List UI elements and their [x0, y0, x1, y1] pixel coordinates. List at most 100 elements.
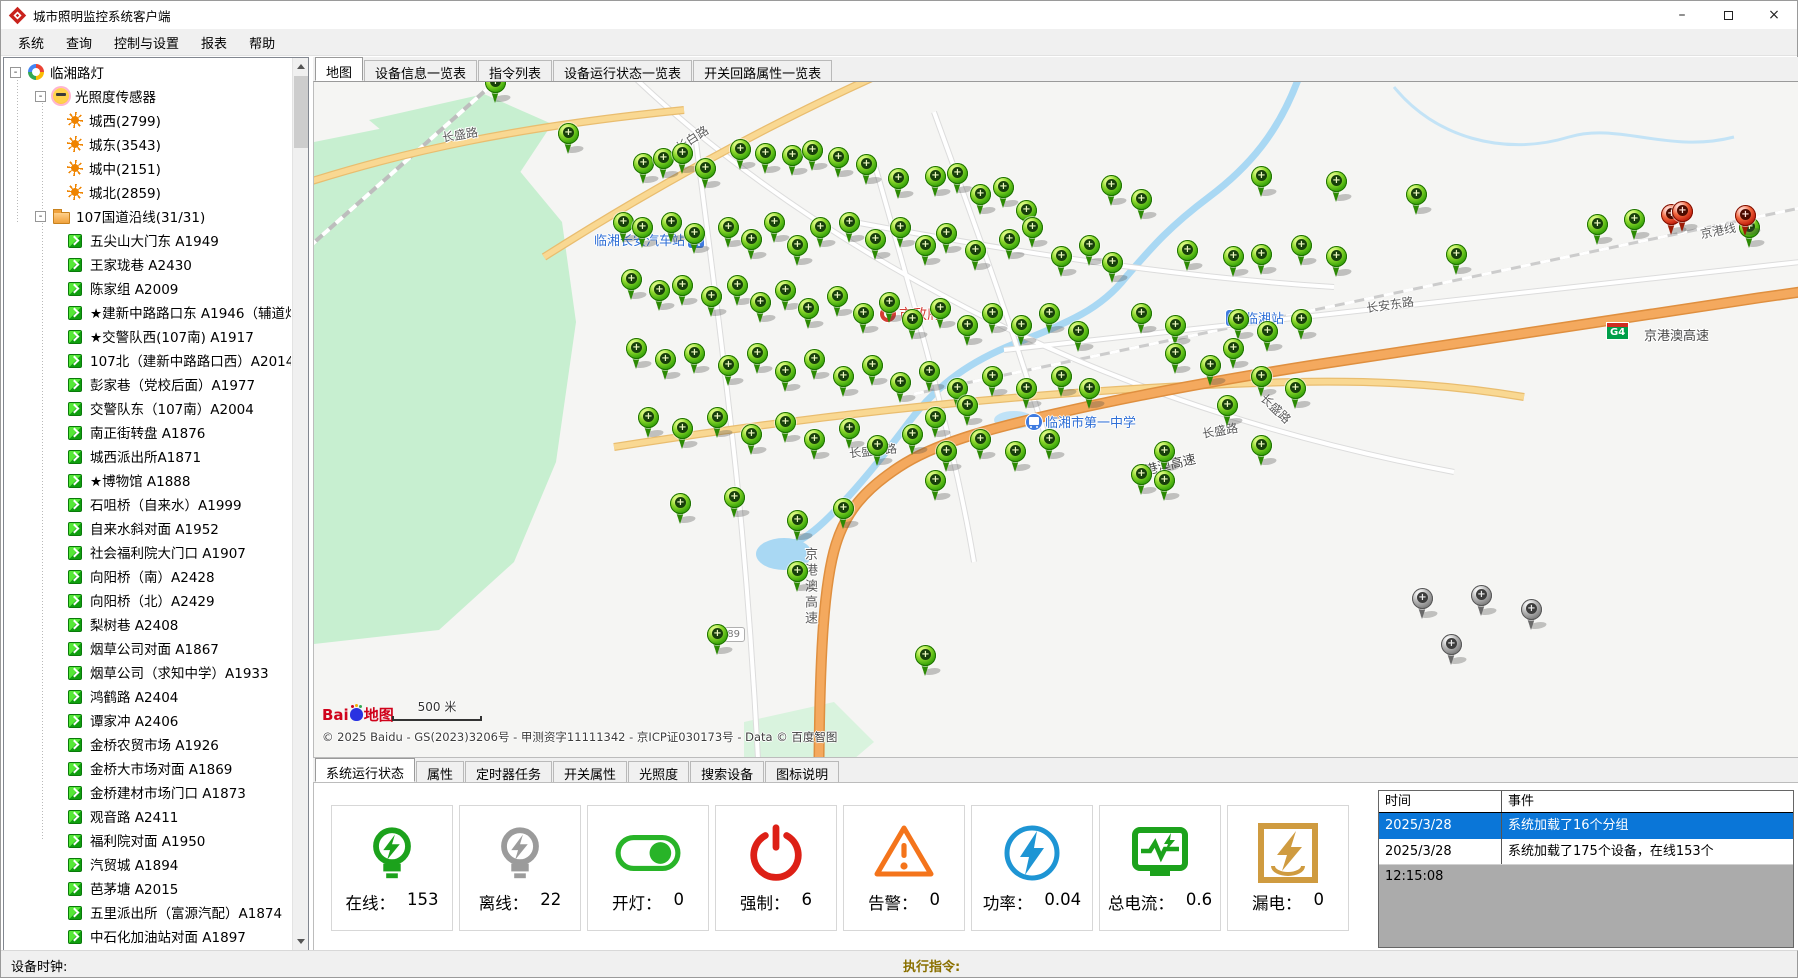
tab-panel-2[interactable]: 定时器任务 [465, 761, 552, 782]
tree-item[interactable]: 城北(2859) [5, 180, 291, 204]
expander-icon[interactable]: - [35, 211, 46, 222]
map-pin[interactable]: + [1131, 303, 1153, 335]
tree-item[interactable]: 福利院对面 A1950 [5, 828, 291, 852]
map-pin[interactable]: + [1441, 634, 1463, 666]
tree-item[interactable]: 王家珑巷 A2430 [5, 252, 291, 276]
map-pin[interactable]: + [804, 349, 826, 381]
map-pin[interactable]: + [919, 361, 941, 393]
tree-item[interactable]: 向阳桥（南）A2428 [5, 564, 291, 588]
tab-panel-6[interactable]: 图标说明 [765, 761, 839, 782]
map-pin[interactable]: + [1735, 205, 1757, 237]
tree-item[interactable]: 烟草公司（求知中学）A1933 [5, 660, 291, 684]
event-row[interactable]: 2025/3/28 12:15:08系统加载了16个分组 [1379, 813, 1793, 839]
tab-panel-5[interactable]: 搜索设备 [690, 761, 764, 782]
map-pin[interactable]: + [724, 487, 746, 519]
map-pin[interactable]: + [750, 292, 772, 324]
map-pin[interactable]: + [1446, 244, 1468, 276]
maximize-button[interactable] [1705, 1, 1751, 29]
map-pin[interactable]: + [827, 286, 849, 318]
tree-item[interactable]: 汽贸城 A1894 [5, 852, 291, 876]
map-pin[interactable]: + [741, 424, 763, 456]
map-pin[interactable]: + [684, 343, 706, 375]
tree-item[interactable]: 南正街转盘 A1876 [5, 420, 291, 444]
map-pin[interactable]: + [621, 269, 643, 301]
map-pin[interactable]: + [1177, 240, 1199, 272]
map-pin[interactable]: + [632, 217, 654, 249]
map-pin[interactable]: + [1228, 309, 1250, 341]
map-pin[interactable]: + [957, 315, 979, 347]
map-pin[interactable]: + [649, 280, 671, 312]
menu-item-1[interactable]: 查询 [55, 29, 103, 56]
map-pin[interactable]: + [1039, 429, 1061, 461]
map-pin[interactable]: + [672, 275, 694, 307]
map-pin[interactable]: + [810, 217, 832, 249]
tree-item[interactable]: 向阳桥（北）A2429 [5, 588, 291, 612]
tree-scrollbar[interactable] [292, 58, 308, 950]
menu-item-0[interactable]: 系统 [7, 29, 55, 56]
map-pin[interactable]: + [741, 229, 763, 261]
minimize-button[interactable]: – [1659, 1, 1705, 29]
map-pin[interactable]: + [1051, 246, 1073, 278]
map-pin[interactable]: + [1131, 189, 1153, 221]
map-pin[interactable]: + [775, 280, 797, 312]
map-pin[interactable]: + [833, 498, 855, 530]
tree-item[interactable]: 五里派出所（富源汽配）A1874 [5, 900, 291, 924]
tab-map-1[interactable]: 设备信息一览表 [364, 60, 477, 81]
map-pin[interactable]: + [936, 223, 958, 255]
map-pin[interactable]: + [718, 355, 740, 387]
map-pin[interactable]: + [787, 561, 809, 593]
map-pin[interactable]: + [879, 292, 901, 324]
map-pin[interactable]: + [865, 229, 887, 261]
map-pin[interactable]: + [707, 624, 729, 656]
map-pin[interactable]: + [798, 298, 820, 330]
tree-item[interactable]: 社会福利院大门口 A1907 [5, 540, 291, 564]
map-pin[interactable]: + [775, 412, 797, 444]
map-pin[interactable]: + [936, 441, 958, 473]
close-button[interactable]: × [1751, 1, 1797, 29]
map-pin[interactable]: + [888, 168, 910, 200]
map-pin[interactable]: + [867, 435, 889, 467]
map-pin[interactable]: + [1285, 378, 1307, 410]
map-pin[interactable]: + [695, 158, 717, 190]
tree-item[interactable]: ★博物馆 A1888 [5, 468, 291, 492]
tree-item[interactable]: 城西派出所A1871 [5, 444, 291, 468]
map-pin[interactable]: + [1011, 315, 1033, 347]
map-pin[interactable]: + [839, 212, 861, 244]
tree-item[interactable]: 城东(3543) [5, 132, 291, 156]
tree-item[interactable]: 金桥大市场对面 A1869 [5, 756, 291, 780]
map-pin[interactable]: + [1251, 244, 1273, 276]
map-pin[interactable]: + [1200, 355, 1222, 387]
map-pin[interactable]: + [1223, 246, 1245, 278]
map-pin[interactable]: + [915, 645, 937, 677]
tree-item[interactable]: 观音路 A2411 [5, 804, 291, 828]
tree-item[interactable]: 芭茅塘 A2015 [5, 876, 291, 900]
map-pin[interactable]: + [1587, 214, 1609, 246]
map-pin[interactable]: + [1291, 309, 1313, 341]
map-pin[interactable]: + [1079, 235, 1101, 267]
map-pin[interactable]: + [707, 407, 729, 439]
map-pin[interactable]: + [890, 217, 912, 249]
map-pin[interactable]: + [982, 366, 1004, 398]
map-pin[interactable]: + [970, 184, 992, 216]
map-pin[interactable]: + [1217, 395, 1239, 427]
tree-item[interactable]: 中石化加油站对面 A1897 [5, 924, 291, 948]
tree-item[interactable]: 梨树巷 A2408 [5, 612, 291, 636]
map-pin[interactable]: + [727, 275, 749, 307]
map-pin[interactable]: + [1251, 435, 1273, 467]
tree-item[interactable]: 107北（建新中路路口西）A2014 [5, 348, 291, 372]
menu-item-3[interactable]: 报表 [190, 29, 238, 56]
map-pin[interactable]: + [1154, 441, 1176, 473]
map-pin[interactable]: + [1131, 464, 1153, 496]
map-pin[interactable]: + [802, 140, 824, 172]
map-pin[interactable]: + [638, 407, 660, 439]
map-pin[interactable]: + [902, 424, 924, 456]
map-pin[interactable]: + [1521, 599, 1543, 631]
tab-map-4[interactable]: 开关回路属性一览表 [693, 60, 832, 81]
map-pin[interactable]: + [828, 147, 850, 179]
map-pin[interactable]: + [633, 153, 655, 185]
tree-item[interactable]: 城中(2151) [5, 156, 291, 180]
map-pin[interactable]: + [1326, 171, 1348, 203]
tree-item[interactable]: 谭家冲 A2406 [5, 708, 291, 732]
menu-item-2[interactable]: 控制与设置 [103, 29, 190, 56]
map-pin[interactable]: + [747, 343, 769, 375]
